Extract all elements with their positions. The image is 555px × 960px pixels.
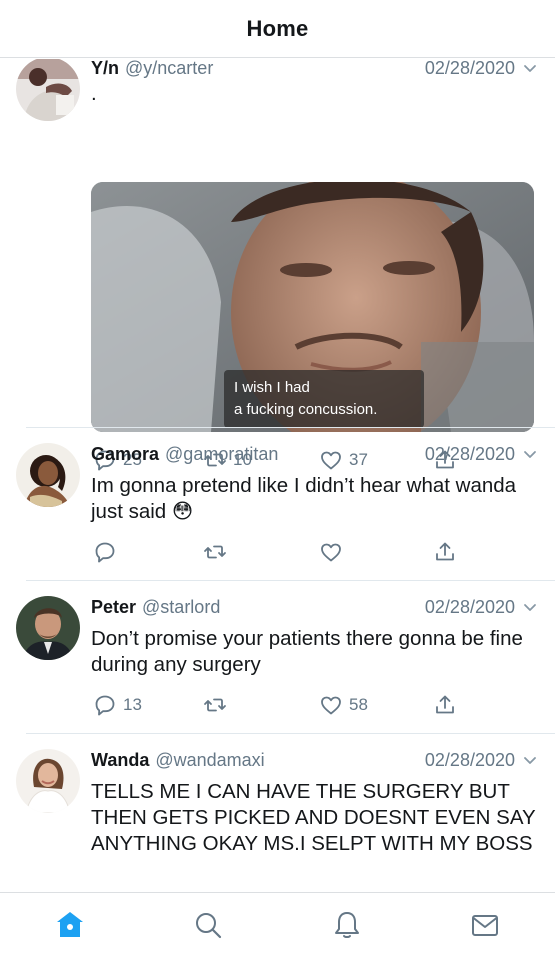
tweet-header: Gamora @gamoratitan 02/28/2020 — [91, 441, 537, 467]
tweet[interactable]: Wanda @wandamaxi 02/28/2020 TELLS ME I C… — [0, 734, 555, 892]
timeline[interactable]: Y/n @y/ncarter 02/28/2020 . I wish I had… — [0, 59, 555, 892]
tweet[interactable]: Peter @starlord 02/28/2020 Don’t promise… — [0, 581, 555, 733]
bell-icon — [335, 912, 359, 939]
reply-icon — [95, 542, 115, 563]
chevron-down-icon[interactable] — [523, 447, 537, 461]
tweet-date: 02/28/2020 — [425, 750, 537, 771]
like-button[interactable]: 58 — [319, 691, 368, 719]
avatar[interactable] — [16, 596, 80, 660]
reply-icon — [95, 695, 115, 716]
chevron-down-icon[interactable] — [523, 600, 537, 614]
reply-button[interactable] — [93, 538, 123, 566]
author-handle[interactable]: @starlord — [142, 597, 220, 618]
date-text: 02/28/2020 — [424, 749, 515, 770]
share-icon — [436, 542, 454, 561]
reply-count: 13 — [123, 695, 142, 714]
tweet-actions: 13 58 — [91, 691, 461, 719]
home-icon — [57, 912, 83, 937]
tweet-date: 02/28/2020 — [425, 597, 537, 618]
tweet-text: TELLS ME I CAN HAVE THE SURGERY BUT THEN… — [91, 780, 536, 855]
share-icon — [436, 695, 454, 714]
retweet-icon — [204, 698, 226, 712]
tweet-date: 02/28/2020 — [425, 59, 537, 79]
like-button[interactable] — [319, 538, 349, 566]
author-handle[interactable]: @y/ncarter — [125, 59, 213, 79]
tab-bar — [0, 892, 555, 960]
caption-line: I wish I had — [234, 379, 310, 396]
date-text: 02/28/2020 — [424, 59, 515, 78]
tweet-text: . — [91, 82, 97, 105]
retweet-icon — [204, 545, 226, 559]
avatar[interactable] — [16, 443, 80, 507]
chevron-down-icon[interactable] — [523, 61, 537, 75]
tweet-header: Peter @starlord 02/28/2020 — [91, 594, 537, 620]
author-name[interactable]: Gamora — [91, 444, 159, 465]
tweet-date: 02/28/2020 — [425, 444, 537, 465]
tab-notifications[interactable] — [329, 907, 365, 943]
media-caption: I wish I had a fucking concussion. — [224, 370, 424, 428]
tweet-header: Y/n @y/ncarter 02/28/2020 — [91, 59, 537, 81]
tweet-text: Im gonna pretend like I didn’t hear what… — [91, 474, 517, 523]
avatar[interactable] — [16, 59, 80, 121]
heart-icon — [321, 696, 341, 715]
mail-icon — [472, 915, 498, 936]
tab-messages[interactable] — [467, 907, 503, 943]
reply-button[interactable]: 13 — [93, 691, 142, 719]
author-name[interactable]: Y/n — [91, 59, 119, 79]
tab-home[interactable] — [52, 907, 88, 943]
author-handle[interactable]: @wandamaxi — [155, 750, 264, 771]
share-button[interactable] — [433, 691, 457, 719]
caption-line: a fucking concussion. — [234, 401, 378, 418]
search-icon — [196, 913, 222, 939]
avatar[interactable] — [16, 749, 80, 813]
share-button[interactable] — [433, 538, 457, 566]
tweet-header: Wanda @wandamaxi 02/28/2020 — [91, 747, 537, 773]
chevron-down-icon[interactable] — [523, 753, 537, 767]
tweet[interactable]: Y/n @y/ncarter 02/28/2020 . I wish I had… — [0, 59, 555, 471]
top-bar: Home — [0, 0, 555, 58]
author-name[interactable]: Wanda — [91, 750, 149, 771]
retweet-button[interactable] — [203, 538, 233, 566]
page-title: Home — [246, 15, 309, 41]
tweet-text: Don’t promise your patients there gonna … — [91, 627, 523, 676]
tab-search[interactable] — [190, 907, 226, 943]
date-text: 02/28/2020 — [424, 443, 515, 464]
like-count: 58 — [349, 695, 368, 714]
date-text: 02/28/2020 — [424, 596, 515, 617]
author-handle[interactable]: @gamoratitan — [165, 444, 278, 465]
tweet[interactable]: Gamora @gamoratitan 02/28/2020 Im gonna … — [0, 428, 555, 580]
heart-icon — [321, 543, 341, 562]
tweet-actions — [91, 538, 461, 566]
tweet-media[interactable]: I wish I had a fucking concussion. — [91, 182, 534, 432]
retweet-button[interactable] — [203, 691, 233, 719]
author-name[interactable]: Peter — [91, 597, 136, 618]
